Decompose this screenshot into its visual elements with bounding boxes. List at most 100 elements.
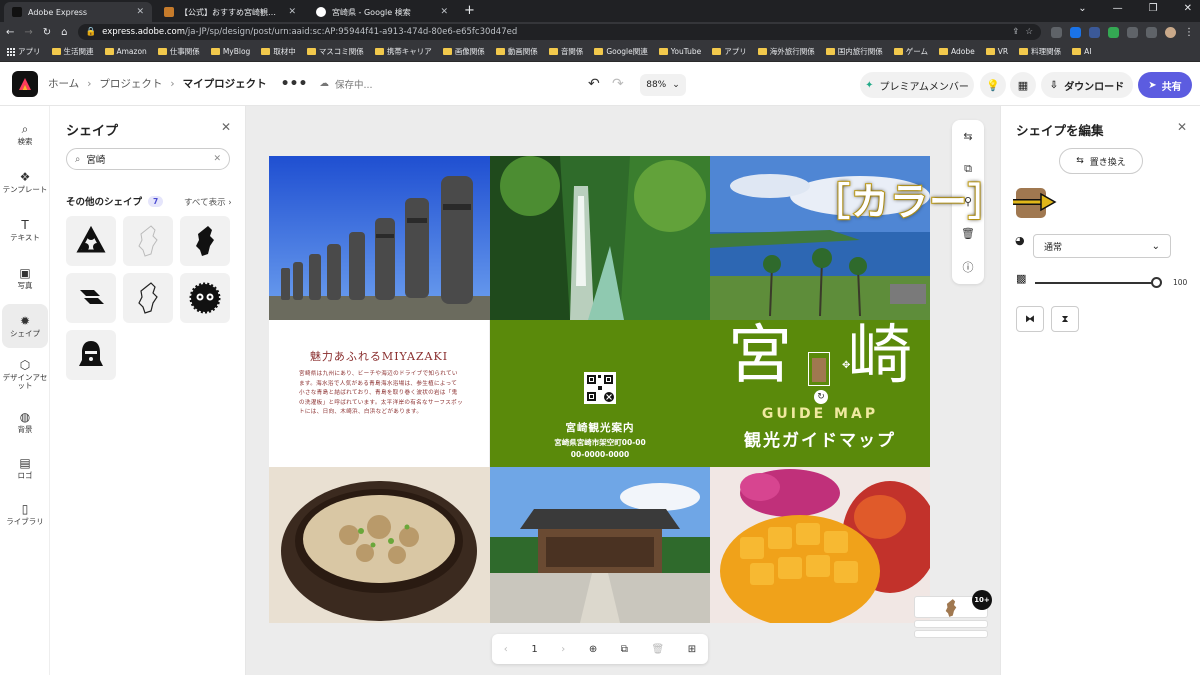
bookmark-folder[interactable]: AI xyxy=(1072,47,1091,56)
bookmark-folder[interactable]: 音関係 xyxy=(548,46,583,57)
trash-icon[interactable]: 🗑 xyxy=(961,227,975,240)
intro-text-block[interactable]: 魅力あふれるMIYAZAKI 宮崎県は九州にあり、ビーチや海辺のドライブで知られ… xyxy=(269,320,490,467)
bookmark-folder[interactable]: 生活関連 xyxy=(51,46,94,57)
rail-item-text[interactable]: T テキスト xyxy=(2,208,48,252)
layer-thumbnail[interactable] xyxy=(914,620,988,628)
redo-icon[interactable]: ↷ xyxy=(612,76,624,92)
blend-mode-dropdown[interactable]: 通常 ⌄ xyxy=(1033,234,1171,258)
adobe-express-logo-icon[interactable] xyxy=(12,70,38,97)
swap-arrows-icon[interactable]: ⇆ xyxy=(963,130,972,143)
breadcrumb-projects[interactable]: プロジェクト xyxy=(99,76,162,91)
flip-vertical-button[interactable]: ⧗ xyxy=(1051,306,1079,332)
replace-button[interactable]: ⇆ 置き換え xyxy=(1059,148,1143,174)
bookmark-folder[interactable]: 取材中 xyxy=(261,46,296,57)
minimize-icon[interactable]: — xyxy=(1113,3,1123,14)
guide-office-address[interactable]: 宮崎県宮崎市架空町00-00 xyxy=(490,437,710,448)
share-page-icon[interactable]: ⇪ xyxy=(1012,27,1019,37)
shape-tile-miyazaki-outline[interactable] xyxy=(123,273,173,323)
rotate-handle-icon[interactable]: ↻ xyxy=(814,390,828,404)
info-icon[interactable]: ⓘ xyxy=(963,259,974,275)
intro-body-text[interactable]: 宮崎県は九州にあり、ビーチや海辺のドライブで知られています。海水浴で人気がある青… xyxy=(299,370,463,418)
bookmark-folder[interactable]: マスコミ関係 xyxy=(306,46,364,57)
chicken-dish-photo[interactable] xyxy=(269,467,490,623)
shape-tile-zigzag[interactable] xyxy=(66,273,116,323)
tab-google-search[interactable]: 宮崎県 - Google 検索 ✕ xyxy=(308,2,456,22)
lightbulb-icon[interactable]: 💡 xyxy=(980,72,1006,98)
reload-icon[interactable]: ↻ xyxy=(43,27,51,38)
more-options-button[interactable]: ••• xyxy=(281,76,308,92)
bookmark-apps[interactable]: アプリ xyxy=(6,46,41,57)
clear-search-icon[interactable]: ✕ xyxy=(213,154,221,164)
breadcrumb-home[interactable]: ホーム xyxy=(48,76,79,91)
shape-search-input[interactable]: ⌕ 宮崎 ✕ xyxy=(66,148,230,170)
guide-office-phone[interactable]: 00-0000-0000 xyxy=(490,450,710,459)
bookmark-folder[interactable]: 海外旅行関係 xyxy=(757,46,815,57)
zoom-dropdown[interactable]: 88% ⌄ xyxy=(640,74,686,96)
kebab-menu-icon[interactable]: ⋮ xyxy=(1184,27,1194,38)
forward-icon[interactable]: → xyxy=(24,27,32,38)
rail-item-shapes[interactable]: ✹ シェイプ xyxy=(2,304,48,348)
layer-thumbnail[interactable] xyxy=(914,630,988,638)
opacity-slider-track[interactable] xyxy=(1035,282,1159,284)
opacity-slider-handle[interactable] xyxy=(1151,277,1162,288)
move-handle-icon[interactable]: ✥ xyxy=(842,360,850,371)
duplicate-page-icon[interactable]: ⧉ xyxy=(621,644,628,655)
mango-photo[interactable] xyxy=(710,467,930,623)
flip-horizontal-button[interactable]: ⧓ xyxy=(1016,306,1044,332)
bookmark-folder[interactable]: ゲーム xyxy=(893,46,928,57)
bookmark-folder[interactable]: YouTube xyxy=(658,47,701,56)
new-tab-button[interactable]: + xyxy=(464,2,475,22)
tab-adobe-express[interactable]: Adobe Express ✕ xyxy=(4,2,152,22)
premium-member-button[interactable]: ✦ プレミアムメンバー xyxy=(860,72,974,98)
bookmark-folder[interactable]: Amazon xyxy=(104,47,147,56)
undo-icon[interactable]: ↶ xyxy=(588,76,600,92)
rail-item-search[interactable]: ⌕ 検索 xyxy=(2,112,48,156)
tab-miyazaki-official[interactable]: 【公式】おすすめ宮崎観光スポット/… ✕ xyxy=(156,2,304,22)
close-tab-icon[interactable]: ✕ xyxy=(440,7,448,17)
previous-page-icon[interactable]: ‹ xyxy=(504,644,508,655)
gorge-waterfall-photo[interactable] xyxy=(490,156,710,320)
next-page-icon[interactable]: › xyxy=(561,644,565,655)
close-icon[interactable]: ✕ xyxy=(1177,120,1187,134)
duplicate-icon[interactable]: ⧉ xyxy=(964,162,972,176)
rail-item-photos[interactable]: ▣ 写真 xyxy=(2,256,48,300)
bookmark-folder[interactable]: 画像関係 xyxy=(442,46,485,57)
close-tab-icon[interactable]: ✕ xyxy=(136,7,144,17)
grid-view-icon[interactable]: ⊞ xyxy=(688,644,696,655)
bookmark-folder[interactable]: MyBlog xyxy=(210,47,250,56)
layer-thumbnails[interactable]: 10+ xyxy=(914,590,992,642)
moai-photo[interactable] xyxy=(269,156,490,320)
maximize-icon[interactable]: ❐ xyxy=(1149,3,1158,14)
shape-tile-triple-ring[interactable] xyxy=(66,216,116,266)
shape-tile-fuzzy-creature[interactable] xyxy=(180,273,230,323)
bookmark-folder[interactable]: 料理関係 xyxy=(1019,46,1061,57)
shrine-photo[interactable] xyxy=(490,467,710,623)
close-window-icon[interactable]: ✕ xyxy=(1184,3,1192,14)
rail-item-design-assets[interactable]: ⬡ デザインアセット xyxy=(2,352,48,396)
sightseeing-guide-map-title[interactable]: 観光ガイドマップ xyxy=(710,426,930,451)
title-kanji-saki[interactable]: 崎 xyxy=(848,324,912,388)
calendar-icon[interactable]: ▦ xyxy=(1010,72,1036,98)
puzzle-icon[interactable] xyxy=(1127,26,1138,38)
bookmark-folder[interactable]: 携帯キャリア xyxy=(374,46,432,57)
extension-icon[interactable] xyxy=(1089,26,1100,38)
close-tab-icon[interactable]: ✕ xyxy=(288,7,296,17)
bookmark-star-icon[interactable]: ☆ xyxy=(1025,27,1033,37)
profile-avatar[interactable] xyxy=(1165,26,1176,38)
rail-item-templates[interactable]: ❖ テンプレート xyxy=(2,160,48,204)
rail-item-background[interactable]: ◍ 背景 xyxy=(2,400,48,444)
selected-miyazaki-shape[interactable] xyxy=(812,358,826,382)
see-all-link[interactable]: すべて表示 › xyxy=(184,196,232,208)
bookmark-folder[interactable]: Google関連 xyxy=(594,46,648,57)
close-icon[interactable]: ✕ xyxy=(221,120,231,134)
bookmark-folder[interactable]: 国内旅行関係 xyxy=(825,46,883,57)
shape-tile-miyazaki-map-filled[interactable] xyxy=(180,216,230,266)
guide-map-subtitle[interactable]: GUIDE MAP xyxy=(710,406,930,422)
info-block[interactable]: 宮崎観光案内 宮崎県宮崎市架空町00-00 00-0000-0000 xyxy=(490,320,710,467)
bookmark-folder[interactable]: アプリ xyxy=(712,46,747,57)
address-bar[interactable]: 🔒 express.adobe.com/ja-JP/sp/design/post… xyxy=(77,24,1041,40)
bookmark-folder[interactable]: 仕事関係 xyxy=(157,46,200,57)
delete-page-icon[interactable]: 🗑 xyxy=(652,644,665,655)
bookmark-folder[interactable]: 動画関係 xyxy=(495,46,538,57)
add-page-icon[interactable]: ⊕ xyxy=(589,644,597,655)
